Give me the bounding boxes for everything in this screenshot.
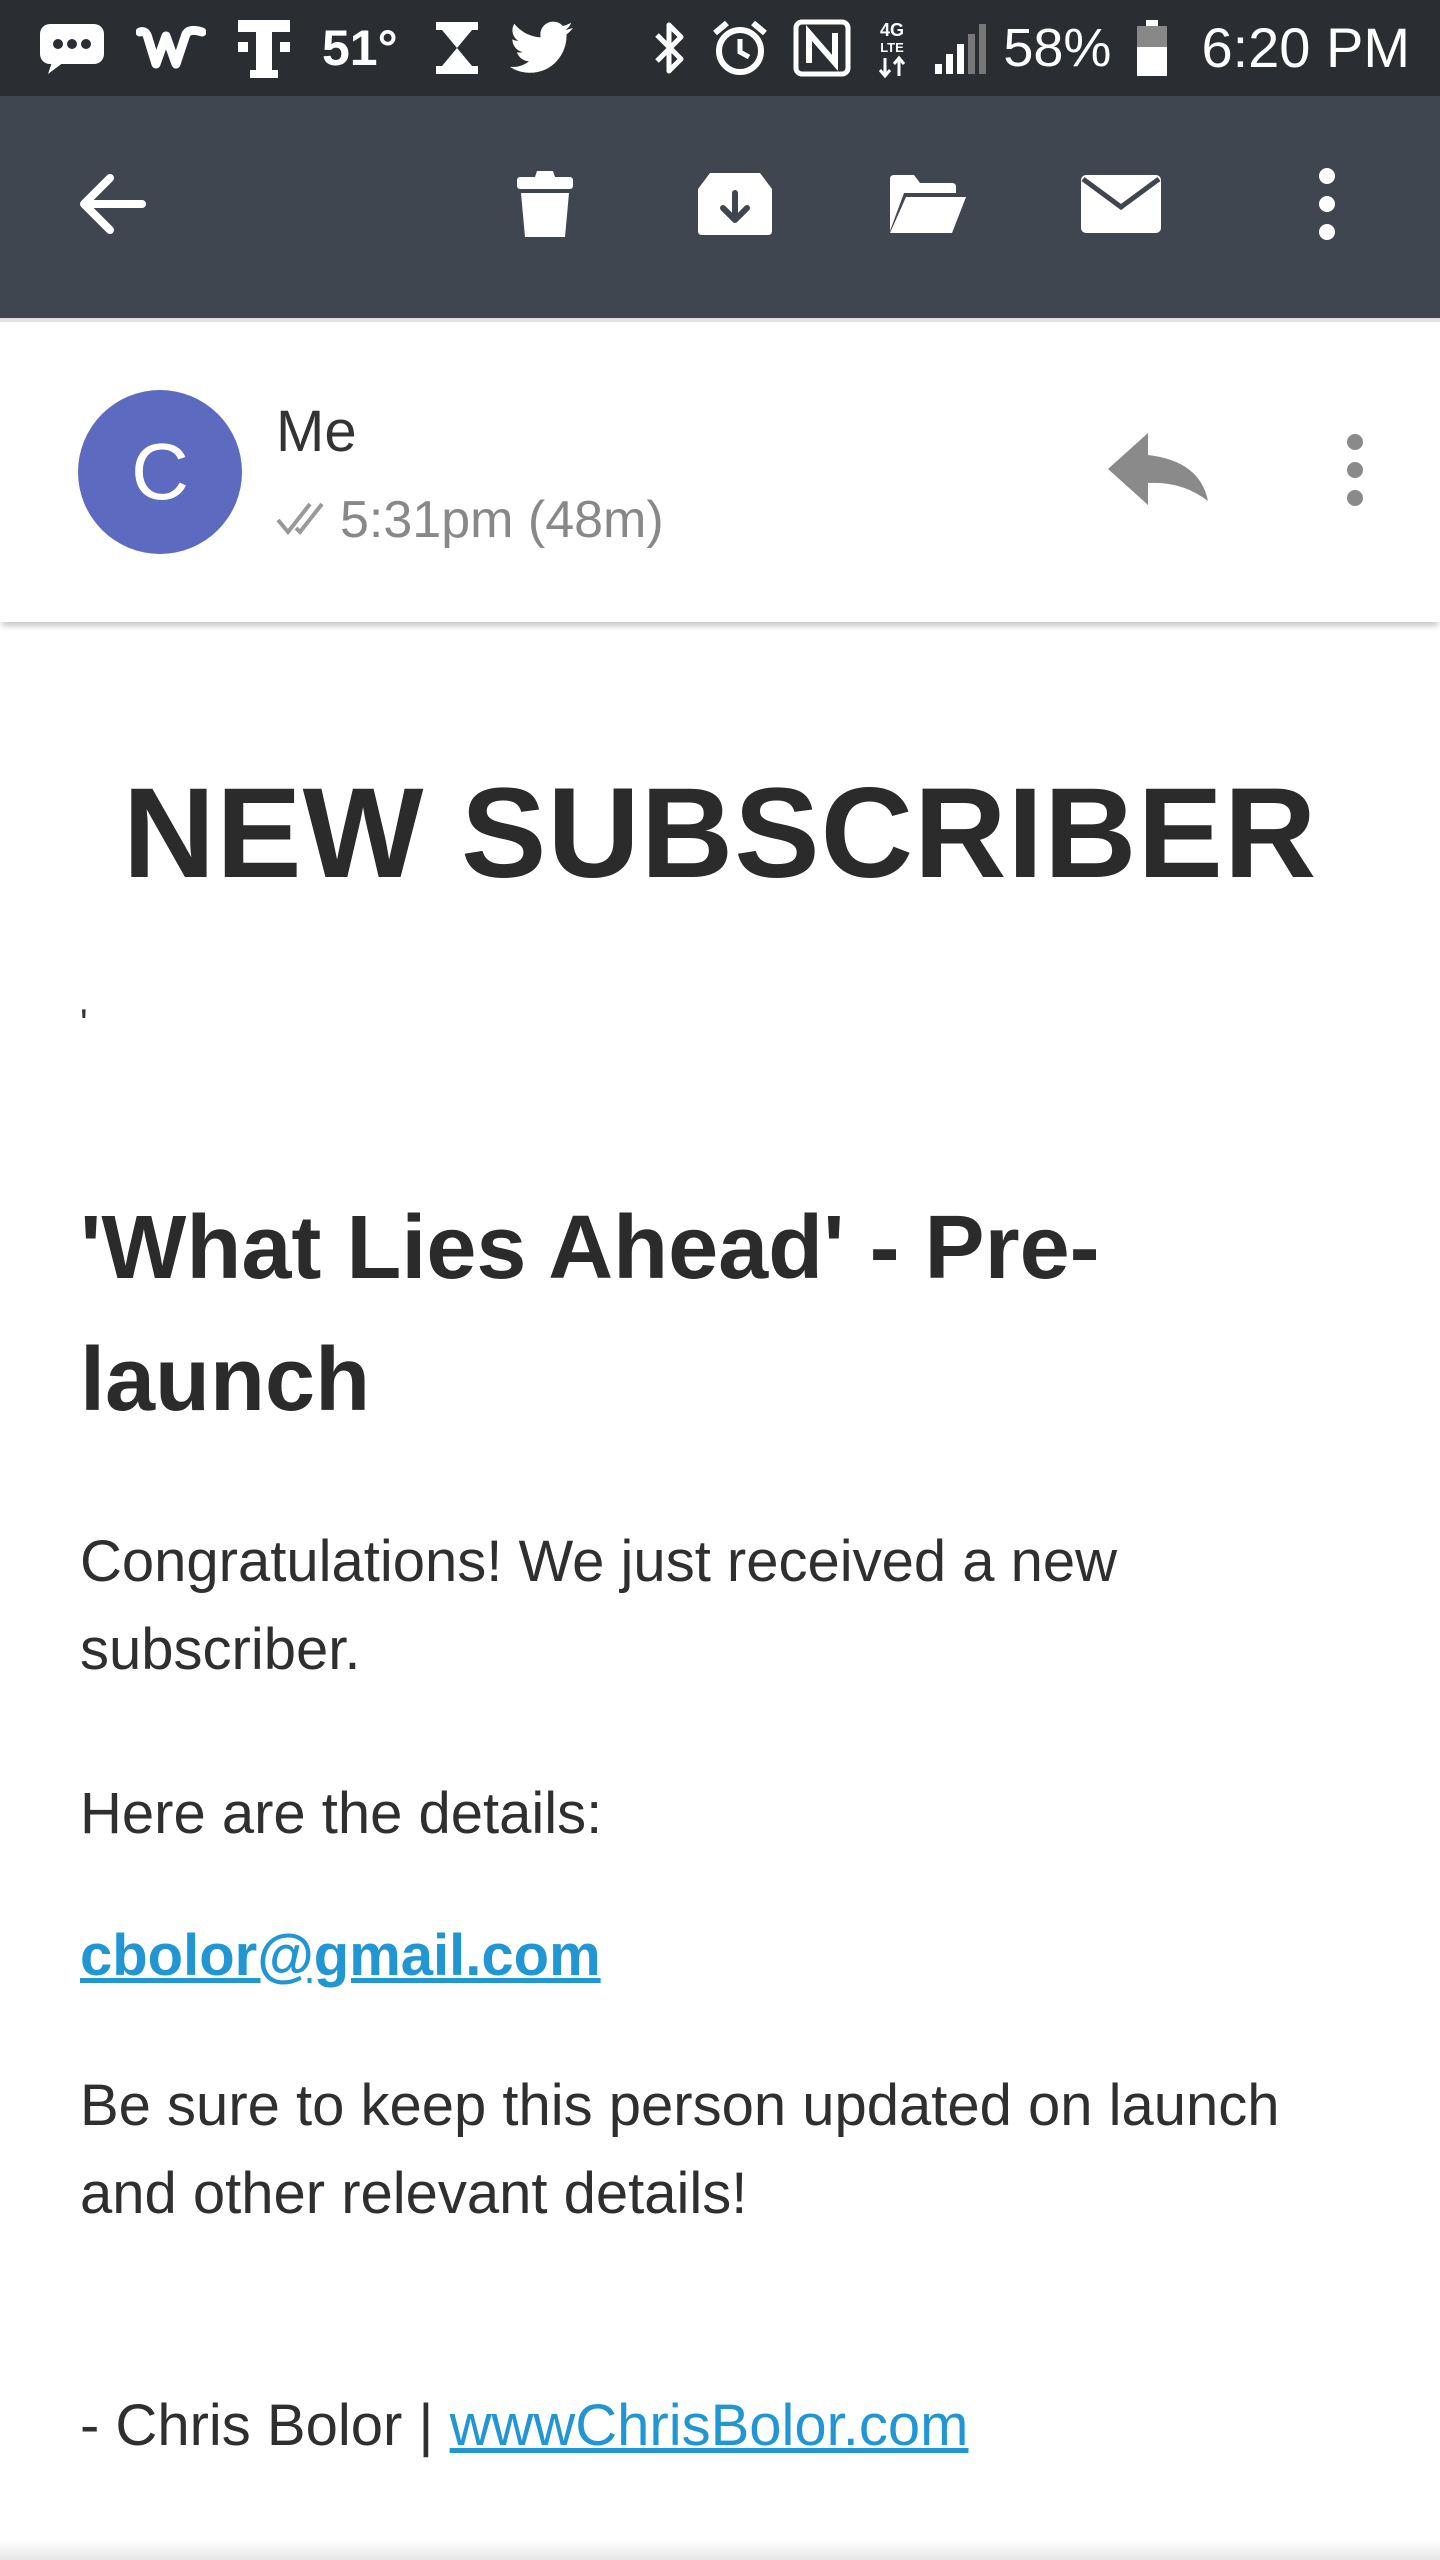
- messages-icon: [38, 20, 106, 76]
- details-intro: Here are the details:: [80, 1781, 603, 1846]
- more-vert-icon: [1345, 433, 1365, 512]
- nfc-icon: [793, 19, 851, 77]
- w-app-icon: [136, 20, 206, 76]
- temperature-icon: 51°: [322, 20, 398, 76]
- mark-unread-button[interactable]: [1068, 156, 1174, 256]
- folder-icon: [888, 173, 968, 240]
- more-vert-icon: [1317, 167, 1337, 245]
- subscriber-email-link[interactable]: cbolor@gmail.com: [80, 1922, 601, 1989]
- reply-icon: [1106, 431, 1210, 514]
- battery-percent: 58%: [1003, 18, 1112, 78]
- status-time: 6:20 PM: [1201, 16, 1410, 79]
- hourglass-icon: [434, 20, 480, 76]
- tmobile-icon: [236, 16, 292, 80]
- trash-icon: [515, 169, 575, 244]
- archive-icon: [696, 171, 774, 242]
- sender-meta: 5:31pm (48m): [276, 490, 664, 550]
- mail-icon: [1079, 173, 1163, 240]
- status-bar: 51° 4G LTE 58% 6:20 PM: [0, 0, 1440, 96]
- sender-name[interactable]: Me: [276, 398, 357, 465]
- signature: - Chris Bolor | wwwChrisBolor.com: [80, 2392, 968, 2459]
- delete-button[interactable]: [495, 156, 595, 256]
- sender-header: C Me 5:31pm (48m): [0, 318, 1440, 622]
- svg-text:4G: 4G: [880, 20, 904, 40]
- status-bar-left: 51°: [38, 0, 604, 96]
- sent-time: 5:31pm (48m): [340, 491, 664, 549]
- message-more-button[interactable]: [1322, 422, 1388, 522]
- svg-text:LTE: LTE: [881, 40, 905, 55]
- reply-button[interactable]: [1100, 422, 1216, 522]
- website-link[interactable]: wwwChrisBolor.com: [450, 2393, 969, 2458]
- bluetooth-icon: [653, 19, 687, 77]
- signature-text: - Chris Bolor |: [80, 2393, 450, 2458]
- signal-icon: [933, 20, 989, 76]
- double-check-icon: [276, 500, 334, 541]
- email-subtitle: 'What Lies Ahead' - Pre-launch: [80, 1198, 1100, 1430]
- email-title: NEW SUBSCRIBER: [122, 762, 1318, 905]
- avatar[interactable]: C: [78, 390, 242, 554]
- battery-icon: [1135, 18, 1169, 78]
- network-icon: 4G LTE: [875, 18, 909, 78]
- email-toolbar: [0, 96, 1440, 318]
- twitter-icon: [509, 20, 574, 76]
- congrats-paragraph: Congratulations! We just received a new …: [80, 1529, 1118, 1682]
- toolbar-more-button[interactable]: [1290, 156, 1364, 256]
- status-bar-right: 4G LTE 58% 6:20 PM: [629, 0, 1410, 96]
- keep-updated-paragraph: Be sure to keep this person updated on l…: [80, 2073, 1280, 2226]
- move-to-folder-button[interactable]: [878, 156, 978, 256]
- archive-button[interactable]: [685, 156, 785, 256]
- alarm-icon: [711, 19, 769, 77]
- stray-mark: ': [80, 1002, 88, 1046]
- back-arrow-icon: [76, 173, 146, 240]
- bottom-edge: [0, 2540, 1440, 2560]
- back-button[interactable]: [56, 156, 166, 256]
